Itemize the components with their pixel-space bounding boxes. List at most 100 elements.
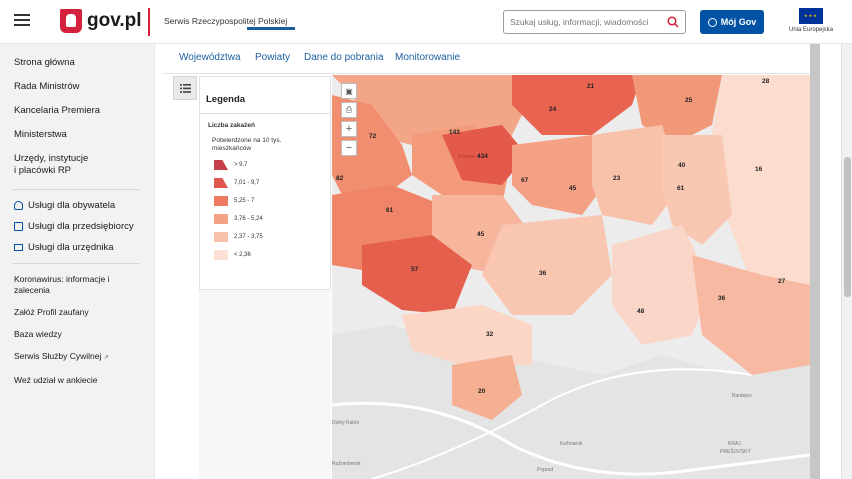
map-place: Ružomberok: [332, 461, 361, 467]
map-value: 72: [369, 133, 377, 140]
eagle-icon: [60, 9, 82, 33]
map-value: 28: [762, 78, 770, 85]
legend-panel: Legenda Liczba zakażeń Potwierdzone na 1…: [199, 76, 331, 290]
eu-flag-icon: [799, 8, 823, 24]
sidebar-item-home[interactable]: Strona główna: [14, 57, 154, 69]
tab-voivodeships[interactable]: Województwa: [179, 52, 241, 63]
legend-swatch: [214, 214, 228, 224]
sidebar-link-trusted-profile[interactable]: Załóż Profil zaufany: [14, 307, 154, 318]
sidebar-link-civil-service[interactable]: Serwis Służby Cywilnej ↗: [14, 351, 154, 364]
tab-downloads[interactable]: Dane do pobrania: [304, 52, 384, 63]
plus-icon: +: [345, 123, 353, 135]
map-value: 48: [637, 308, 645, 315]
map-value: 143: [449, 129, 460, 136]
legend-toggle-button[interactable]: [173, 76, 197, 100]
sidebar-item-business-services[interactable]: Usługi dla przedsiębiorcy: [14, 221, 154, 232]
sidebar-item-official-services[interactable]: Usługi dla urzędnika: [14, 242, 154, 253]
legend-swatch: [214, 178, 228, 188]
page-scrollbar[interactable]: [841, 44, 852, 479]
map-place: PREŠOVSKÝ: [720, 448, 752, 455]
legend-swatch: [214, 196, 228, 206]
briefcase-icon: [14, 222, 23, 231]
search-input[interactable]: [504, 11, 664, 33]
legend-item: 3,76 - 5,24: [214, 213, 330, 225]
map-value: 25: [685, 97, 693, 104]
map-value: 32: [486, 331, 494, 338]
legend-swatch: [214, 250, 228, 260]
zoom-out-button[interactable]: −: [341, 140, 357, 156]
sidebar-item-citizen-services[interactable]: Usługi dla obywatela: [14, 200, 154, 211]
official-services-label: Usługi dla urzędnika: [28, 242, 114, 253]
map-place: KRAJ: [728, 441, 741, 447]
choropleth-map[interactable]: 28 21 24 25 72 143 434 67 40 16 82 45 23…: [332, 75, 810, 479]
legend-swatch: [214, 232, 228, 242]
map-value: 23: [613, 175, 621, 182]
sidebar-item-offices[interactable]: Urzędy, instytucje i placówki RP: [14, 153, 154, 177]
eu-badge: Unia Europejska: [786, 8, 836, 33]
coronavirus-label-line1: Koronawirus: informacje i: [14, 274, 110, 284]
legend-item: 2,37 - 3,75: [214, 231, 330, 243]
sidebar-link-knowledge-base[interactable]: Baza wiedzy: [14, 329, 154, 340]
legend-item: 5,25 - 7: [214, 195, 330, 207]
print-button[interactable]: ⎙: [341, 102, 357, 118]
map-value: 61: [677, 185, 685, 192]
map-canvas[interactable]: 28 21 24 25 72 143 434 67 40 16 82 45 23…: [332, 75, 810, 479]
offices-label-line2: i placówki RP: [14, 165, 72, 176]
moj-gov-button[interactable]: Mój Gov: [700, 10, 764, 34]
legend-description: Potwierdzone na 10 tys. mieszkańców: [212, 137, 282, 152]
service-title: Serwis Rzeczypospolitej Polskiej: [164, 16, 288, 26]
zoom-in-button[interactable]: +: [341, 121, 357, 137]
active-tab-indicator: [247, 27, 295, 30]
map-value: 57: [411, 266, 419, 273]
sidebar-divider: [12, 189, 140, 190]
legend-label: 7,01 - 9,7: [234, 180, 260, 186]
gov-logo[interactable]: gov.pl: [60, 9, 142, 33]
header-divider: [148, 8, 150, 36]
legend-label: < 2,36: [234, 252, 251, 258]
offices-label-line1: Urzędy, instytucje: [14, 153, 89, 164]
legend-item: < 2,36: [214, 249, 330, 261]
map-toolbar: ▣ ⎙ + −: [341, 83, 357, 156]
sidebar-item-council[interactable]: Rada Ministrów: [14, 81, 154, 93]
legend-label: 2,37 - 3,75: [234, 234, 263, 240]
map-value: 27: [778, 278, 786, 285]
print-icon: ⎙: [345, 105, 353, 114]
legend-divider: [200, 113, 330, 114]
legend-panel-background: [199, 290, 331, 479]
coronavirus-label-line2: zalecenia: [14, 285, 50, 295]
legend-subtitle: Liczba zakażeń: [208, 122, 255, 129]
eu-label: Unia Europejska: [788, 27, 834, 33]
minus-icon: −: [345, 142, 353, 154]
map-value: 45: [569, 185, 577, 192]
map-value: 40: [678, 162, 686, 169]
map-value: 20: [478, 388, 486, 395]
sidebar: Strona główna Rada Ministrów Kancelaria …: [0, 44, 155, 479]
list-icon: [179, 83, 191, 93]
scrollbar-thumb[interactable]: [844, 157, 851, 297]
search-icon[interactable]: [667, 16, 679, 28]
map-side-gutter: [810, 44, 820, 479]
image-icon: ▣: [345, 86, 353, 96]
legend-swatch: [214, 160, 228, 170]
sidebar-item-chancellery[interactable]: Kancelaria Premiera: [14, 105, 154, 117]
map-place: Bardejov: [732, 393, 752, 399]
export-image-button[interactable]: ▣: [341, 83, 357, 99]
logo-text: gov.pl: [87, 10, 142, 31]
legend-title: Legenda: [206, 94, 246, 105]
legend-item: 7,01 - 9,7: [214, 177, 330, 189]
sidebar-divider: [12, 263, 140, 264]
sidebar-link-coronavirus[interactable]: Koronawirus: informacje i zalecenia: [14, 274, 154, 296]
menu-icon[interactable]: [14, 14, 30, 26]
tab-monitoring[interactable]: Monitorowanie: [395, 52, 460, 63]
map-value: 45: [477, 231, 485, 238]
search-box: [503, 10, 686, 34]
map-place: Kežmarok: [560, 441, 583, 447]
tab-counties[interactable]: Powiaty: [255, 52, 290, 63]
map-value: 36: [539, 270, 547, 277]
legend-label: 5,25 - 7: [234, 198, 255, 204]
tab-bar: Województwa Powiaty Dane do pobrania Mon…: [163, 44, 809, 74]
legend-item: > 9,7: [214, 159, 330, 171]
moj-gov-label: Mój Gov: [720, 17, 757, 27]
sidebar-link-survey[interactable]: Weź udział w ankiecie: [14, 375, 154, 386]
sidebar-item-ministries[interactable]: Ministerstwa: [14, 129, 154, 141]
